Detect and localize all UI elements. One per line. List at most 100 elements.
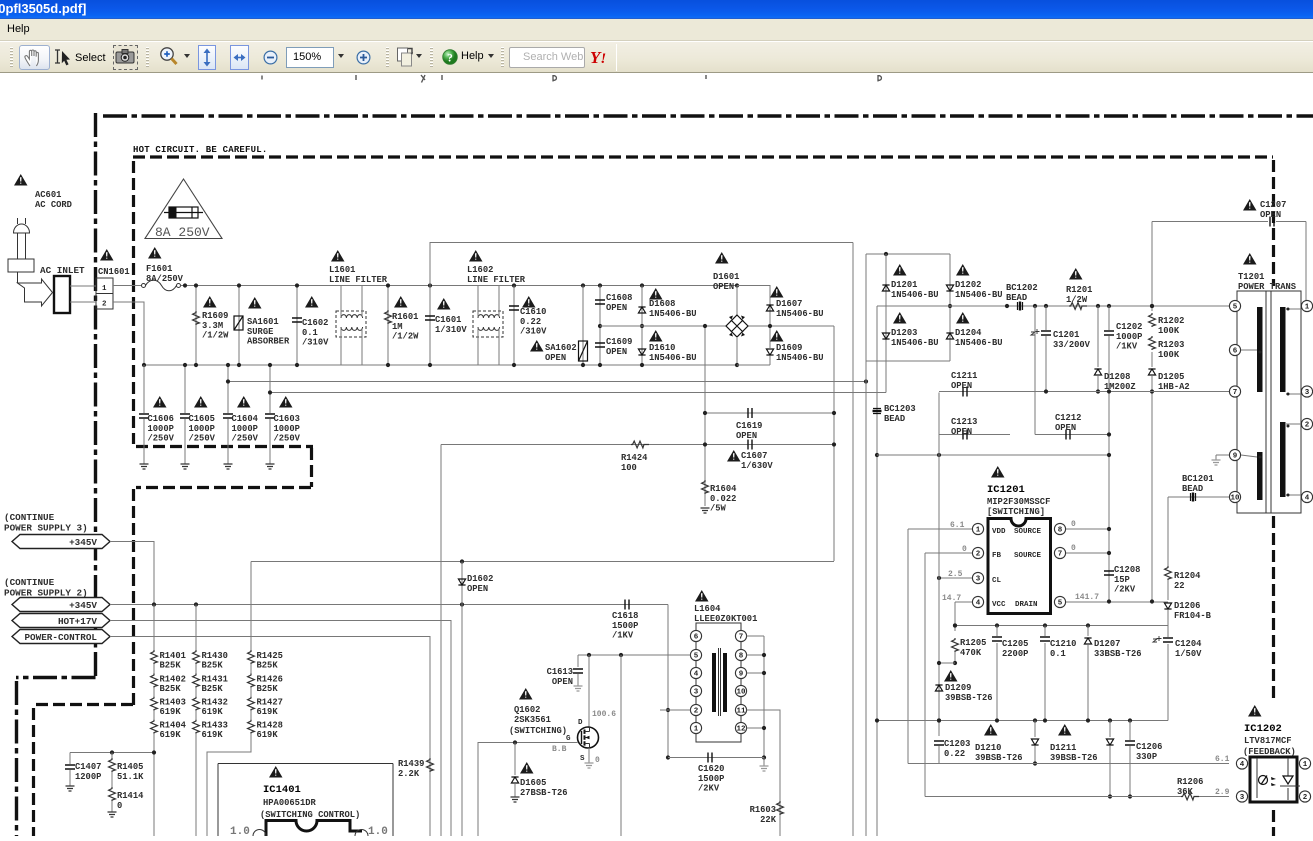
svg-text:36K: 36K: [1177, 787, 1194, 797]
svg-text:39BSB-T26: 39BSB-T26: [1050, 753, 1098, 763]
svg-text:LINE FILTER: LINE FILTER: [467, 275, 526, 285]
svg-text:3: 3: [1305, 389, 1310, 397]
svg-text:2.9: 2.9: [1215, 788, 1230, 797]
svg-text:C1602: C1602: [302, 318, 328, 328]
svg-text:100K: 100K: [1158, 326, 1180, 336]
svg-text:330P: 330P: [1136, 752, 1157, 762]
svg-text:D1211: D1211: [1050, 743, 1076, 753]
svg-text:B25K: B25K: [160, 684, 182, 694]
svg-text:D1202: D1202: [955, 280, 981, 290]
svg-text:619K: 619K: [202, 730, 224, 740]
svg-text:+345V: +345V: [69, 600, 97, 611]
svg-text:Select: Select: [75, 52, 106, 64]
svg-text:1N5406-BU: 1N5406-BU: [649, 353, 697, 363]
svg-text:R1425: R1425: [257, 651, 283, 661]
svg-text:D1610: D1610: [649, 343, 675, 353]
svg-text:OPEN: OPEN: [1055, 423, 1076, 433]
svg-text:2: 2: [1303, 794, 1308, 802]
svg-text:C1212: C1212: [1055, 413, 1081, 423]
svg-text:D1203: D1203: [891, 328, 917, 338]
svg-text:SOURCE: SOURCE: [1014, 528, 1042, 536]
svg-text:3: 3: [1240, 794, 1245, 802]
svg-text:B25K: B25K: [160, 661, 182, 671]
svg-text:4: 4: [694, 671, 699, 679]
svg-text:L1604: L1604: [694, 604, 721, 614]
svg-text:1/2W: 1/2W: [1066, 295, 1088, 305]
svg-text:C1203: C1203: [944, 739, 970, 749]
svg-text:2: 2: [1305, 422, 1310, 430]
svg-text:VDD: VDD: [992, 528, 1006, 536]
svg-text:DRAIN: DRAIN: [1015, 601, 1038, 609]
svg-text:Q1602: Q1602: [514, 705, 540, 715]
svg-text:C1211: C1211: [951, 371, 977, 381]
svg-text:C1610: C1610: [520, 307, 546, 317]
svg-text:OPEN: OPEN: [951, 381, 972, 391]
svg-text:1000P: 1000P: [148, 424, 174, 434]
svg-text:D1204: D1204: [955, 328, 982, 338]
svg-text:AC CORD: AC CORD: [35, 200, 72, 210]
svg-text:1/310V: 1/310V: [435, 325, 467, 335]
svg-text:D1607: D1607: [776, 299, 802, 309]
svg-text:2.2K: 2.2K: [398, 769, 420, 779]
svg-text:619K: 619K: [160, 730, 182, 740]
svg-text:B25K: B25K: [257, 684, 279, 694]
svg-text:1.0: 1.0: [368, 826, 388, 836]
svg-text:FB: FB: [992, 552, 1002, 560]
svg-text:D: D: [578, 719, 583, 727]
svg-text:/1KV: /1KV: [612, 631, 634, 641]
svg-text:/1/2W: /1/2W: [392, 332, 419, 342]
svg-text:1000P: 1000P: [1116, 332, 1142, 342]
svg-text:100.6: 100.6: [592, 710, 616, 719]
svg-text:/310V: /310V: [520, 327, 547, 337]
svg-text:BEAD: BEAD: [1182, 484, 1203, 494]
svg-text:?: ?: [447, 53, 453, 65]
svg-text:22: 22: [1174, 581, 1185, 591]
svg-text:C1601: C1601: [435, 315, 461, 325]
svg-text:/250V: /250V: [232, 434, 259, 444]
svg-text:1500P: 1500P: [612, 621, 638, 631]
svg-text:C1619: C1619: [736, 421, 762, 431]
svg-text:BC1203: BC1203: [884, 404, 916, 414]
svg-text:R1432: R1432: [202, 698, 228, 708]
svg-text:619K: 619K: [257, 707, 279, 717]
svg-text:F1601: F1601: [146, 264, 172, 274]
svg-text:R1439: R1439: [398, 759, 424, 769]
svg-text:OPEN: OPEN: [606, 347, 627, 357]
svg-text:0.1: 0.1: [1050, 649, 1066, 659]
svg-text:R1428: R1428: [257, 721, 283, 731]
svg-text:R1433: R1433: [202, 721, 228, 731]
svg-text:3: 3: [976, 576, 981, 584]
svg-text:D1205: D1205: [1158, 372, 1184, 382]
svg-text:2: 2: [102, 301, 107, 309]
svg-text:C1604: C1604: [232, 414, 259, 424]
svg-text:OPEN: OPEN: [736, 431, 757, 441]
svg-text:1: 1: [976, 527, 981, 535]
svg-text:/250V: /250V: [148, 434, 175, 444]
svg-text:470K: 470K: [960, 648, 982, 658]
svg-text:D1608: D1608: [649, 299, 675, 309]
svg-text:C1609: C1609: [606, 337, 632, 347]
svg-text:R1430: R1430: [202, 651, 228, 661]
svg-text:R1601: R1601: [392, 312, 418, 322]
svg-text:1HB-A2: 1HB-A2: [1158, 382, 1190, 392]
svg-text:0.22: 0.22: [520, 317, 541, 327]
svg-text:15P: 15P: [1114, 575, 1130, 585]
svg-text:OPEN: OPEN: [552, 677, 573, 687]
svg-text:1/50V: 1/50V: [1175, 649, 1202, 659]
svg-text:1: 1: [1305, 304, 1310, 312]
svg-text:51.1K: 51.1K: [117, 772, 144, 782]
svg-text:10: 10: [736, 689, 746, 697]
svg-text:/250V: /250V: [274, 434, 301, 444]
svg-text:C1608: C1608: [606, 293, 632, 303]
svg-text:6: 6: [694, 634, 699, 642]
svg-text:R1203: R1203: [1158, 340, 1184, 350]
svg-text:33BSB-T26: 33BSB-T26: [1094, 649, 1142, 659]
svg-text:AC INLET: AC INLET: [40, 265, 85, 276]
svg-text:9: 9: [739, 671, 744, 679]
svg-text:L1601: L1601: [329, 265, 355, 275]
svg-text:D1207: D1207: [1094, 639, 1120, 649]
svg-text:1N5406-BU: 1N5406-BU: [955, 338, 1003, 348]
svg-text:IC1401: IC1401: [263, 784, 301, 796]
svg-text:D1206: D1206: [1174, 601, 1200, 611]
svg-text:C1205: C1205: [1002, 639, 1028, 649]
